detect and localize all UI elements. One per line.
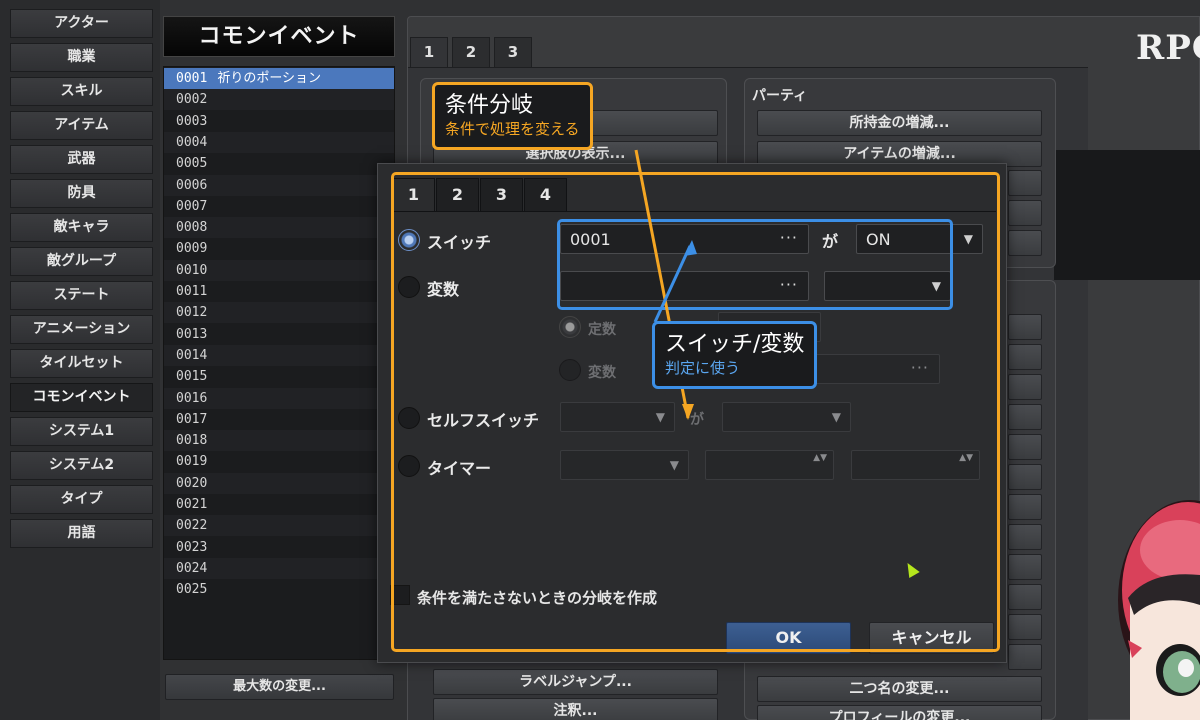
switch-variable-callout-title: スイッチ/変数	[665, 332, 805, 357]
switch-pointer-head	[684, 240, 697, 256]
switch-variable-callout: スイッチ/変数 判定に使う	[652, 321, 818, 389]
branch-callout: 条件分岐 条件で処理を変える	[432, 82, 593, 150]
mascot-avatar	[1110, 480, 1200, 720]
branch-callout-subtitle: 条件で処理を変える	[445, 120, 580, 138]
branch-callout-title: 条件分岐	[445, 93, 534, 118]
switch-variable-callout-subtitle: 判定に使う	[665, 359, 741, 377]
branch-pointer-head	[682, 404, 694, 420]
annotation-arrows	[634, 149, 697, 420]
switch-pointer-line	[653, 245, 692, 323]
